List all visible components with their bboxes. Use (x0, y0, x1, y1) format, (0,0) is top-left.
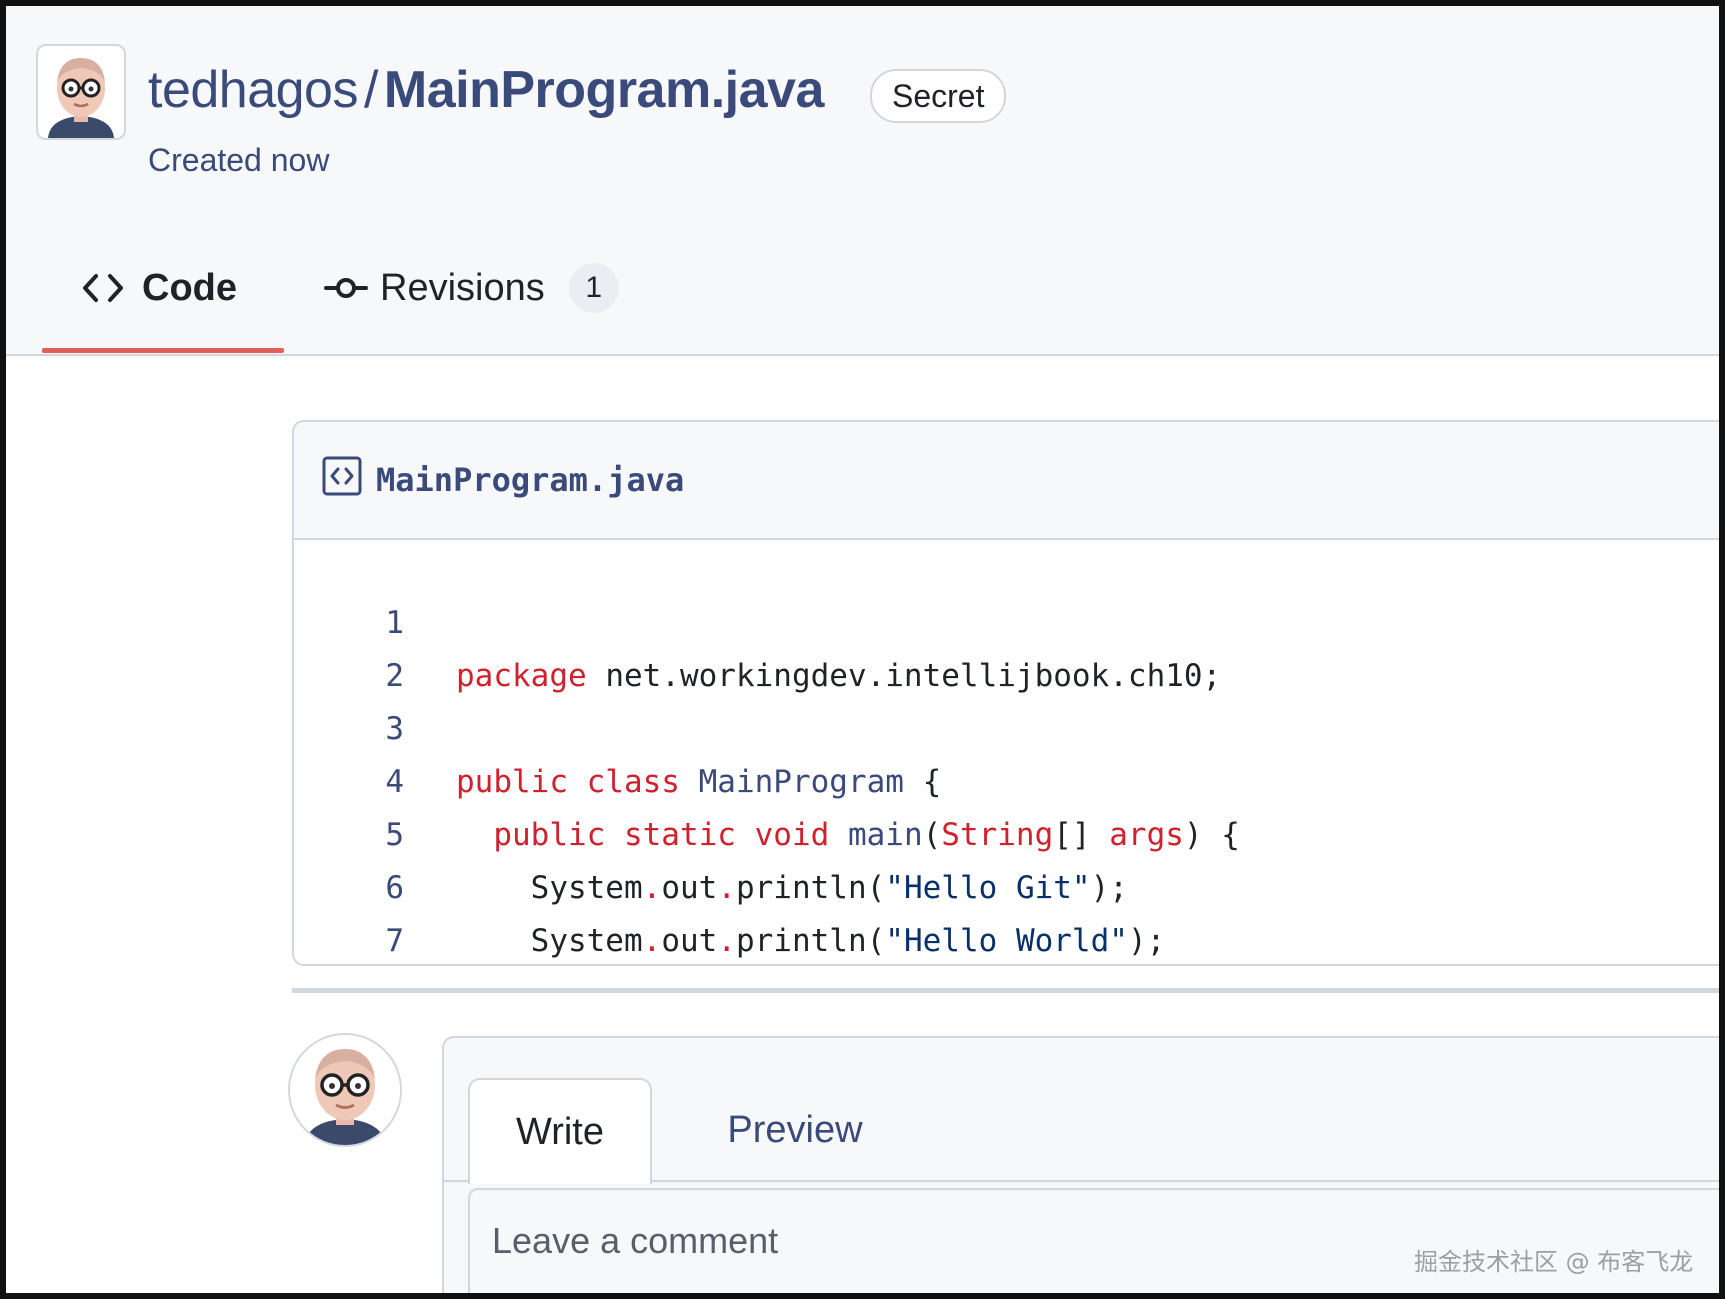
selected-tab-underline (42, 348, 284, 353)
owner-avatar[interactable] (36, 44, 126, 140)
section-divider (292, 988, 1719, 993)
created-timestamp: Created now (148, 142, 330, 178)
watermark: 掘金技术社区 @ 布客飞龙 (1414, 1248, 1694, 1276)
commit-icon (324, 278, 368, 298)
code-line: 2 (294, 597, 1719, 694)
avatar-face-icon (290, 1035, 400, 1145)
file-name-link[interactable]: MainProgram.java (376, 460, 684, 500)
revisions-count-badge: 1 (568, 263, 619, 313)
code-line: 4 public static void main(String[] args)… (294, 703, 1719, 853)
commenter-avatar[interactable] (288, 1033, 402, 1147)
code-line: 1 package net.workingdev.intellijbook.ch… (294, 544, 1719, 694)
file-container: MainProgram.java 1 package net.workingde… (292, 420, 1719, 966)
code-line: 8 } (294, 915, 1719, 964)
file-header: MainProgram.java (294, 422, 1719, 540)
tab-preview[interactable]: Preview (690, 1078, 900, 1182)
app-window: tedhagos / MainProgram.java Secret Created… (0, 0, 1725, 1299)
code-view: 1 package net.workingdev.intellijbook.ch… (294, 544, 1719, 964)
code-line: 3 public class MainProgram { (294, 650, 1719, 800)
avatar-face-icon (38, 46, 124, 138)
code-line: 7 } (294, 862, 1719, 959)
title-separator: / (363, 61, 378, 119)
tab-revisions[interactable]: Revisions 1 (324, 258, 619, 318)
gist-header: tedhagos / MainProgram.java Secret Created… (6, 6, 1719, 356)
tab-code-label: Code (142, 266, 237, 309)
gist-filename-link[interactable]: MainProgram.java (384, 61, 824, 119)
code-line: 5 System.out.println("Hello Git"); (294, 756, 1719, 906)
owner-link[interactable]: tedhagos (148, 61, 358, 119)
gist-title: tedhagos / MainProgram.java (148, 58, 824, 122)
secret-badge: Secret (870, 69, 1007, 123)
code-brackets-icon (83, 274, 123, 302)
code-line: 6 System.out.println("Hello World"); (294, 809, 1719, 959)
tab-revisions-label: Revisions (380, 266, 545, 309)
code-file-icon (322, 456, 362, 496)
tab-code[interactable]: Code (82, 258, 237, 318)
tab-write[interactable]: Write (468, 1078, 652, 1184)
